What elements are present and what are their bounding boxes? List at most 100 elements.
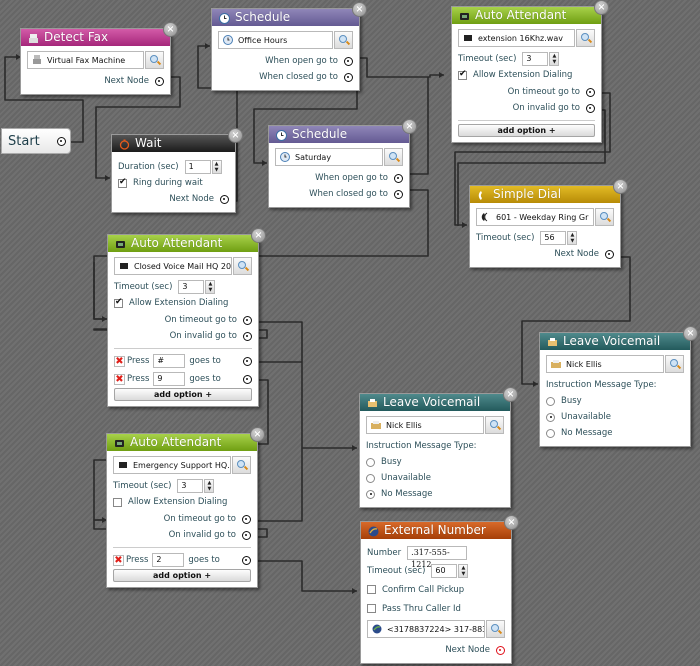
- add-option-button[interactable]: add option +: [458, 124, 595, 137]
- option-port[interactable]: [242, 555, 251, 565]
- radio-unavailable[interactable]: [546, 412, 555, 422]
- timeout-input[interactable]: 3: [178, 280, 205, 294]
- timeout-stepper[interactable]: ▲ ▼: [205, 280, 216, 294]
- audio-picker[interactable]: extension 16Khz.wav: [458, 29, 595, 47]
- when-closed-port[interactable]: [394, 189, 403, 199]
- schedule-picker[interactable]: Office Hours: [218, 31, 353, 49]
- number-input[interactable]: .317-555-1212: [407, 546, 468, 569]
- press-key-input[interactable]: 2: [152, 553, 185, 567]
- schedule-node-office-hours[interactable]: Schedule × Office Hours When open go to …: [211, 2, 367, 91]
- leave-voicemail-node-2[interactable]: Leave Voicemail × Nick Ellis Instruction…: [359, 387, 518, 508]
- next-node-port[interactable]: [605, 249, 614, 259]
- search-icon[interactable]: [576, 29, 595, 47]
- on-timeout-port[interactable]: [242, 514, 251, 524]
- confirm-call-pickup-checkbox[interactable]: [367, 585, 376, 594]
- add-option-button[interactable]: add option +: [113, 569, 251, 582]
- when-open-port[interactable]: [394, 173, 403, 183]
- mailbox-picker[interactable]: Nick Ellis: [366, 416, 504, 434]
- audio-picker[interactable]: Emergency Support HQ.: [113, 456, 251, 474]
- duration-stepper[interactable]: ▲ ▼: [211, 160, 222, 174]
- simple-dial-header[interactable]: Simple Dial ×: [470, 179, 628, 203]
- add-option-button[interactable]: add option +: [114, 388, 252, 401]
- on-invalid-port[interactable]: [242, 530, 251, 540]
- delete-option-icon[interactable]: ✖: [114, 373, 125, 385]
- close-icon[interactable]: ×: [683, 326, 698, 341]
- ring-group-picker[interactable]: 601 - Weekday Ring Gr: [476, 208, 614, 226]
- close-icon[interactable]: ×: [594, 0, 609, 15]
- search-icon[interactable]: [595, 208, 614, 226]
- allow-extension-checkbox[interactable]: [113, 497, 122, 507]
- option-port[interactable]: [243, 356, 252, 366]
- detect-fax-node[interactable]: Detect Fax × Virtual Fax Machine Next No…: [20, 22, 178, 95]
- voicemail-header[interactable]: Leave Voicemail ×: [360, 387, 518, 411]
- allow-extension-checkbox[interactable]: [114, 297, 123, 308]
- radio-busy[interactable]: [366, 457, 375, 467]
- timeout-input[interactable]: 60: [431, 564, 458, 578]
- leave-voicemail-node-1[interactable]: Leave Voicemail × Nick Ellis Instruction…: [539, 326, 698, 447]
- on-timeout-port[interactable]: [586, 87, 595, 97]
- close-icon[interactable]: ×: [251, 228, 266, 243]
- allow-extension-checkbox[interactable]: [458, 69, 467, 80]
- close-icon[interactable]: ×: [504, 515, 519, 530]
- search-icon[interactable]: [665, 355, 684, 373]
- next-node-port[interactable]: [220, 194, 229, 204]
- close-icon[interactable]: ×: [402, 119, 417, 134]
- auto-attendant-node-1[interactable]: Auto Attendant × extension 16Khz.wav Tim…: [451, 0, 609, 143]
- when-open-port[interactable]: [344, 56, 353, 66]
- external-number-node[interactable]: External Number × Number .317-555-1212 Ti…: [360, 515, 519, 664]
- timeout-stepper[interactable]: ▲ ▼: [204, 479, 215, 493]
- press-key-input[interactable]: 9: [153, 372, 186, 386]
- auto-attendant-header[interactable]: Auto Attendant ×: [452, 0, 609, 24]
- radio-no-message[interactable]: [546, 428, 555, 438]
- external-number-header[interactable]: External Number ×: [361, 515, 519, 539]
- timeout-input[interactable]: 56: [540, 231, 567, 245]
- close-icon[interactable]: ×: [228, 128, 243, 143]
- caller-id-picker[interactable]: <3178837224> 317-883: [367, 620, 505, 638]
- timeout-input[interactable]: 3: [177, 479, 204, 493]
- schedule-header[interactable]: Schedule ×: [269, 119, 417, 143]
- search-icon[interactable]: [233, 257, 252, 275]
- schedule-picker[interactable]: Saturday: [275, 148, 403, 166]
- auto-attendant-header[interactable]: Auto Attendant ×: [108, 228, 266, 252]
- close-icon[interactable]: ×: [352, 2, 367, 17]
- audio-picker[interactable]: Closed Voice Mail HQ 20: [114, 257, 252, 275]
- next-node-port-unconnected[interactable]: [496, 645, 505, 655]
- start-node[interactable]: Start: [1, 128, 71, 154]
- search-icon[interactable]: [486, 620, 505, 638]
- close-icon[interactable]: ×: [503, 387, 518, 402]
- auto-attendant-node-3[interactable]: Auto Attendant × Emergency Support HQ. T…: [106, 427, 265, 588]
- delete-option-icon[interactable]: ✖: [113, 554, 124, 566]
- schedule-node-saturday[interactable]: Schedule × Saturday When open go to When…: [268, 119, 417, 208]
- duration-input[interactable]: 1: [184, 160, 211, 174]
- on-timeout-port[interactable]: [243, 315, 252, 325]
- close-icon[interactable]: ×: [163, 22, 178, 37]
- wait-header[interactable]: Wait ×: [112, 128, 243, 152]
- voicemail-header[interactable]: Leave Voicemail ×: [540, 326, 698, 350]
- press-key-input[interactable]: #: [153, 354, 186, 368]
- on-invalid-port[interactable]: [243, 331, 252, 341]
- pass-thru-caller-id-checkbox[interactable]: [367, 604, 376, 613]
- delete-option-icon[interactable]: ✖: [114, 355, 125, 367]
- schedule-header[interactable]: Schedule ×: [212, 2, 367, 26]
- mailbox-picker[interactable]: Nick Ellis: [546, 355, 684, 373]
- timeout-stepper[interactable]: ▲ ▼: [567, 231, 578, 245]
- simple-dial-node[interactable]: Simple Dial × 601 - Weekday Ring Gr Time…: [469, 179, 628, 268]
- start-output-port[interactable]: [57, 137, 66, 146]
- ring-during-wait-checkbox[interactable]: [118, 177, 127, 188]
- radio-busy[interactable]: [546, 396, 555, 406]
- search-icon[interactable]: [145, 51, 164, 69]
- radio-no-message[interactable]: [366, 489, 375, 499]
- auto-attendant-header[interactable]: Auto Attendant ×: [107, 427, 265, 451]
- timeout-input[interactable]: 3: [522, 52, 549, 66]
- search-icon[interactable]: [334, 31, 353, 49]
- wait-node[interactable]: Wait × Duration (sec) 1▲▼ Ring during wai…: [111, 128, 243, 213]
- search-icon[interactable]: [232, 456, 251, 474]
- when-closed-port[interactable]: [344, 72, 353, 82]
- fax-picker[interactable]: Virtual Fax Machine: [27, 51, 164, 69]
- option-port[interactable]: [243, 374, 252, 384]
- search-icon[interactable]: [384, 148, 403, 166]
- timeout-stepper[interactable]: ▲ ▼: [549, 52, 560, 66]
- timeout-stepper[interactable]: ▲ ▼: [458, 564, 469, 578]
- next-node-port[interactable]: [155, 76, 164, 86]
- auto-attendant-node-2[interactable]: Auto Attendant × Closed Voice Mail HQ 20…: [107, 228, 266, 407]
